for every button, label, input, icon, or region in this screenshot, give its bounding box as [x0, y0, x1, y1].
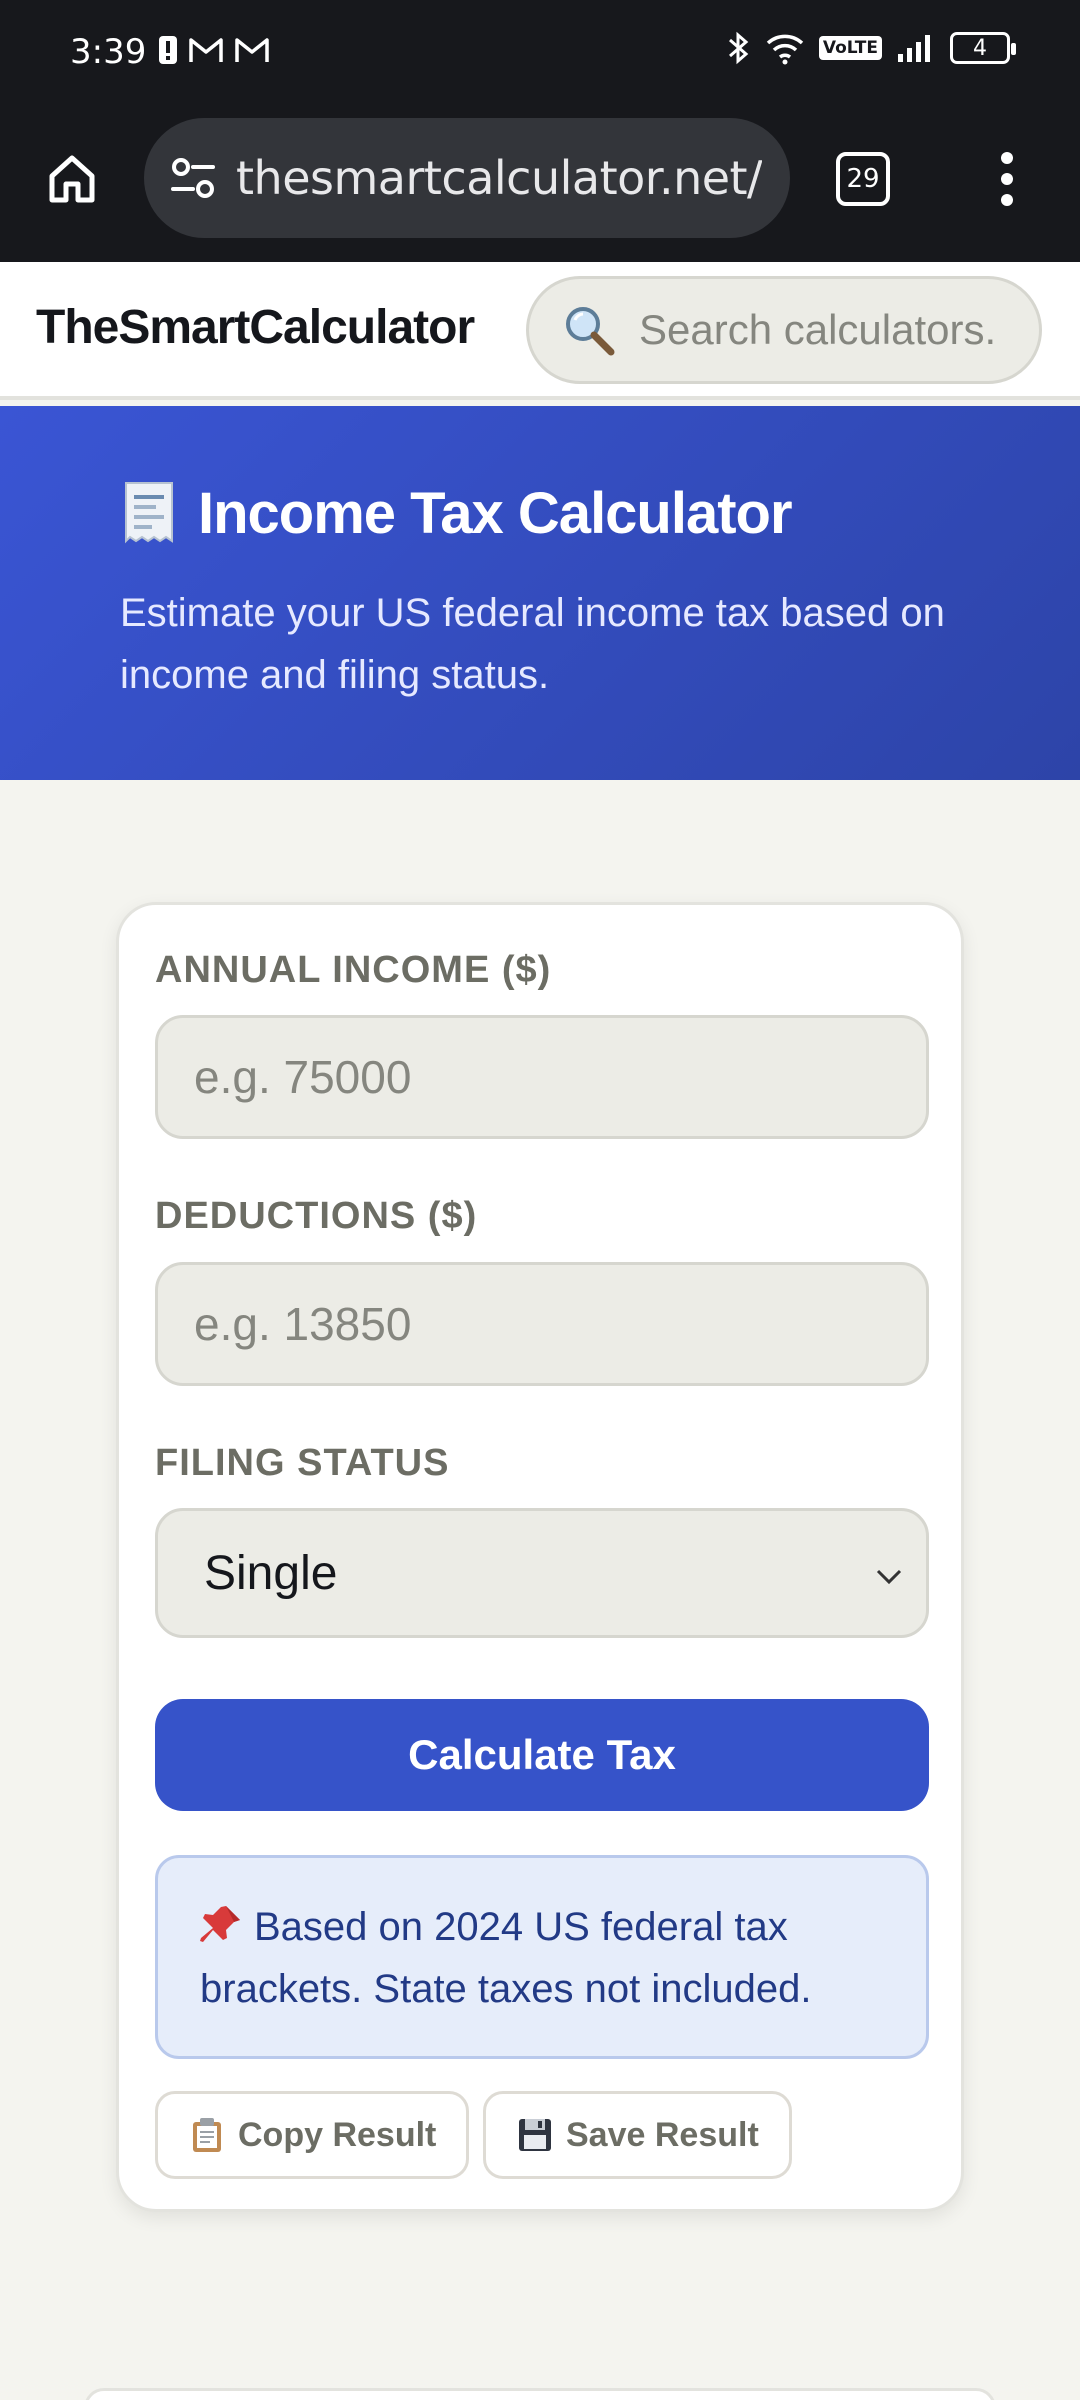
- receipt-icon: [125, 481, 173, 543]
- status-time: 3:39: [70, 32, 147, 72]
- filing-status-select[interactable]: Single: [155, 1508, 929, 1638]
- copy-result-button[interactable]: Copy Result: [155, 2091, 470, 2179]
- clipboard-icon: [193, 2118, 221, 2152]
- signal-icon: [898, 35, 930, 62]
- hero-title: Income Tax Calculator: [120, 480, 793, 547]
- gmail-icon: [189, 38, 223, 62]
- copy-result-label: Copy Result: [238, 2115, 437, 2154]
- income-input[interactable]: [155, 1015, 929, 1139]
- calculator-card: ANNUAL INCOME ($) DEDUCTIONS ($) FILING …: [116, 902, 964, 2212]
- url-text[interactable]: thesmartcalculator.net/income-tax-calcul…: [236, 151, 762, 205]
- filing-status-value: Single: [204, 1546, 338, 1600]
- info-text: Based on 2024 US federal tax brackets. S…: [200, 1905, 812, 2011]
- browser-toolbar: thesmartcalculator.net/income-tax-calcul…: [0, 104, 1080, 262]
- home-button[interactable]: [38, 144, 106, 212]
- status-icons: VoLTE 4: [725, 30, 1016, 66]
- search-icon: [561, 302, 617, 358]
- page-title: Income Tax Calculator: [198, 481, 793, 546]
- status-bar: 3:39 VoLTE 4: [0, 0, 1080, 104]
- deductions-input[interactable]: [155, 1262, 929, 1386]
- info-note: Based on 2024 US federal tax brackets. S…: [155, 1855, 929, 2059]
- home-icon: [49, 155, 95, 203]
- search-input[interactable]: [639, 306, 999, 354]
- page-description: Estimate your US federal income tax base…: [120, 591, 945, 697]
- wifi-icon: [766, 34, 804, 65]
- calculate-tax-button[interactable]: Calculate Tax: [155, 1699, 929, 1811]
- floppy-disk-icon: [519, 2119, 551, 2151]
- deductions-label: DEDUCTIONS ($): [155, 1195, 478, 1237]
- hero-banner: Income Tax Calculator Estimate your US f…: [0, 406, 1080, 780]
- site-settings-icon[interactable]: [168, 153, 218, 203]
- bluetooth-icon: [728, 31, 749, 65]
- pushpin-icon: [200, 1906, 240, 1942]
- battery-level: 4: [973, 35, 987, 61]
- save-result-button[interactable]: Save Result: [483, 2091, 792, 2179]
- site-logo[interactable]: TheSmartCalculator: [36, 300, 475, 355]
- search-box[interactable]: [526, 276, 1042, 384]
- alert-icon: [159, 36, 177, 64]
- income-label: ANNUAL INCOME ($): [155, 949, 552, 991]
- filing-status-label: FILING STATUS: [155, 1442, 450, 1484]
- gmail-icon: [235, 38, 269, 62]
- notification-icons: [158, 34, 270, 66]
- save-result-label: Save Result: [566, 2115, 759, 2154]
- tab-switcher-button[interactable]: 29: [836, 152, 890, 206]
- volte-badge: VoLTE: [818, 36, 882, 60]
- next-section-card: [84, 2388, 996, 2400]
- chevron-down-icon: [876, 1569, 902, 1585]
- battery-icon: 4: [950, 32, 1016, 64]
- menu-dot-icon: [1001, 152, 1013, 164]
- menu-dot-icon: [1001, 194, 1013, 206]
- browser-menu-button[interactable]: [990, 144, 1024, 214]
- url-bar[interactable]: thesmartcalculator.net/income-tax-calcul…: [144, 118, 790, 238]
- info-note-text: Based on 2024 US federal tax brackets. S…: [200, 1896, 886, 2020]
- site-header: TheSmartCalculator: [0, 262, 1080, 400]
- menu-dot-icon: [1001, 173, 1013, 185]
